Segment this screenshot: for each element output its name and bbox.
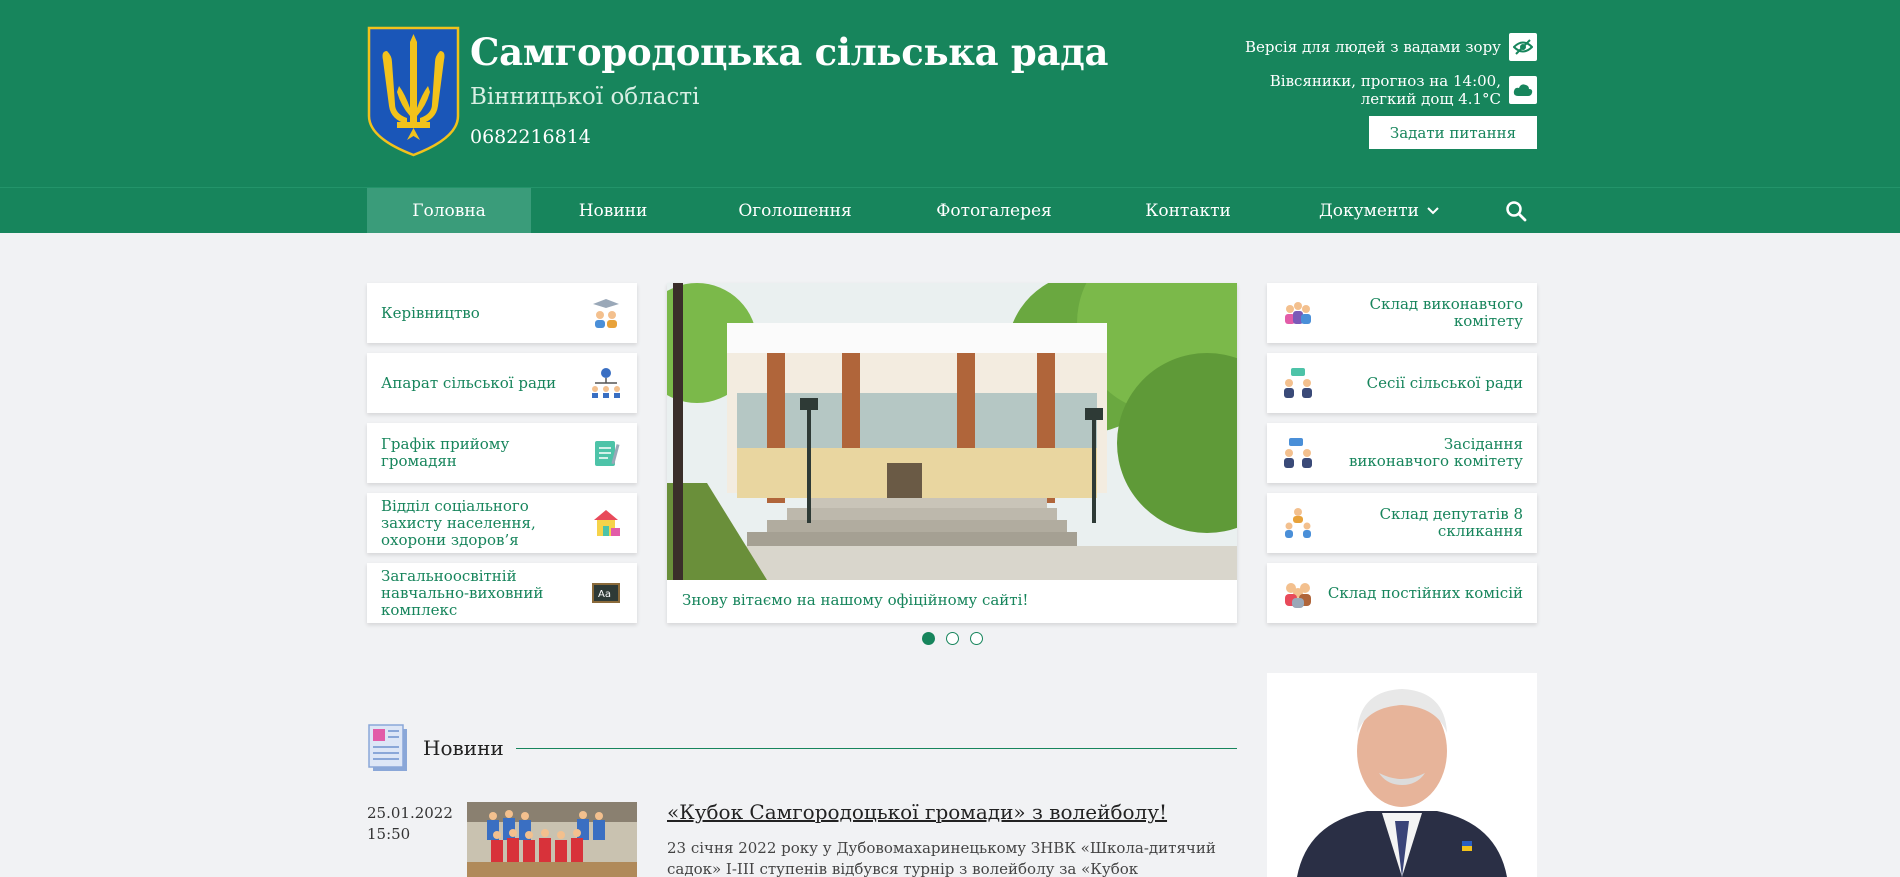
search-icon bbox=[1506, 200, 1527, 221]
head-portrait bbox=[1267, 673, 1537, 877]
weather-line-1: Вівсяники, прогноз на 14:00, bbox=[1269, 72, 1501, 90]
site-phone[interactable]: 0682216814 bbox=[470, 126, 591, 148]
sessions-icon bbox=[1284, 368, 1312, 398]
tile-permanent-commissions[interactable]: Склад постійних комісій bbox=[1267, 563, 1537, 623]
tile-label: Графік прийому громадян bbox=[381, 435, 510, 470]
slider-dots bbox=[922, 632, 983, 645]
tile-social-protection[interactable]: Відділ соціального захисту населення, ох… bbox=[367, 493, 637, 553]
nav-item-gallery[interactable]: Фотогалерея bbox=[895, 188, 1093, 233]
tile-label: Склад постійних комісій bbox=[1327, 583, 1523, 602]
tile-executive-meetings[interactable]: Засідання виконавчого комітету bbox=[1267, 423, 1537, 483]
tile-label: Відділ соціального захисту населення, ох… bbox=[381, 496, 536, 549]
chevron-down-icon bbox=[1427, 206, 1439, 214]
search-button[interactable] bbox=[1495, 188, 1537, 233]
tile-deputies[interactable]: Склад депутатів 8 скликання bbox=[1267, 493, 1537, 553]
tile-leadership[interactable]: Керівництво bbox=[367, 283, 637, 343]
tile-council-sessions[interactable]: Сесії сільської ради bbox=[1267, 353, 1537, 413]
news-section-title[interactable]: Новини bbox=[423, 736, 504, 760]
nav-item-contacts[interactable]: Контакти bbox=[1093, 188, 1283, 233]
tile-label: Керівництво bbox=[381, 303, 480, 322]
schedule-notebook-icon bbox=[595, 441, 620, 466]
eye-slash-icon bbox=[1509, 33, 1537, 61]
hero-slider[interactable]: Знову вітаємо на нашому офіційному сайті… bbox=[667, 283, 1237, 623]
tile-executive-committee[interactable]: Склад виконавчого комітету bbox=[1267, 283, 1537, 343]
committee-icon bbox=[1285, 302, 1311, 324]
ask-question-button[interactable]: Задати питання bbox=[1369, 116, 1537, 149]
news-title-link[interactable]: «Кубок Самгородоцької громади» з волейбо… bbox=[667, 800, 1167, 824]
chalkboard-icon: Aa bbox=[592, 583, 620, 603]
tile-label: Апарат сільської ради bbox=[381, 373, 557, 392]
svg-text:Aa: Aa bbox=[598, 589, 611, 600]
tile-reception-schedule[interactable]: Графік прийому громадян bbox=[367, 423, 637, 483]
news-thumbnail[interactable] bbox=[467, 802, 637, 877]
tile-apparatus[interactable]: Апарат сільської ради bbox=[367, 353, 637, 413]
slider-dot-3[interactable] bbox=[970, 632, 983, 645]
meetings-icon bbox=[1284, 438, 1312, 468]
cloud-rain-icon bbox=[1509, 76, 1537, 104]
commissions-icon bbox=[1285, 583, 1311, 608]
deputies-icon bbox=[1285, 508, 1311, 538]
weather-widget: Вівсяники, прогноз на 14:00, легкий дощ … bbox=[1270, 72, 1537, 108]
news-date-time: 15:50 bbox=[367, 825, 411, 843]
news-divider bbox=[515, 747, 1237, 749]
slider-dot-2[interactable] bbox=[946, 632, 959, 645]
tile-school-complex[interactable]: Загальноосвітній навчально-виховний комп… bbox=[367, 563, 637, 623]
tile-label: Склад виконавчого комітету bbox=[1369, 295, 1523, 330]
nav-documents-label: Документи bbox=[1318, 200, 1420, 221]
coat-of-arms-icon bbox=[367, 26, 460, 157]
nav-item-announcements[interactable]: Оголошення bbox=[695, 188, 895, 233]
nav-item-news[interactable]: Новини bbox=[531, 188, 695, 233]
slider-dot-1[interactable] bbox=[922, 632, 935, 645]
tile-label: Засідання виконавчого комітету bbox=[1348, 435, 1523, 470]
tile-label: Загальноосвітній навчально-виховний комп… bbox=[381, 566, 544, 619]
social-house-icon bbox=[594, 510, 620, 536]
nav-item-documents[interactable]: Документи bbox=[1283, 188, 1475, 233]
slide-image bbox=[667, 283, 1237, 580]
tile-label: Сесії сільської ради bbox=[1366, 373, 1523, 392]
news-date-day: 25.01.2022 bbox=[367, 804, 453, 822]
site-title[interactable]: Самгородоцька сільська рада bbox=[470, 30, 1109, 74]
news-section-header: Новини bbox=[367, 723, 1237, 773]
accessibility-label: Версія для людей з вадами зору bbox=[1245, 38, 1501, 56]
leadership-icon bbox=[593, 299, 619, 328]
site-header: Самгородоцька сільська рада Вінницької о… bbox=[0, 0, 1900, 187]
nav-item-home[interactable]: Головна bbox=[367, 188, 531, 233]
org-structure-icon bbox=[592, 368, 620, 398]
news-excerpt: 23 січня 2022 року у Дубовомахаринецьком… bbox=[667, 839, 1216, 877]
accessibility-link[interactable]: Версія для людей з вадами зору bbox=[1245, 33, 1537, 61]
news-date: 25.01.2022 15:50 bbox=[367, 803, 453, 845]
newspaper-icon bbox=[368, 724, 407, 771]
slide-caption[interactable]: Знову вітаємо на нашому офіційному сайті… bbox=[682, 591, 1028, 609]
tile-label: Склад депутатів 8 скликання bbox=[1379, 505, 1523, 540]
site-subtitle: Вінницької області bbox=[470, 84, 700, 110]
main-nav: Головна Новини Оголошення Фотогалерея Ко… bbox=[0, 187, 1900, 233]
weather-line-2: легкий дощ 4.1°C bbox=[1360, 90, 1501, 108]
